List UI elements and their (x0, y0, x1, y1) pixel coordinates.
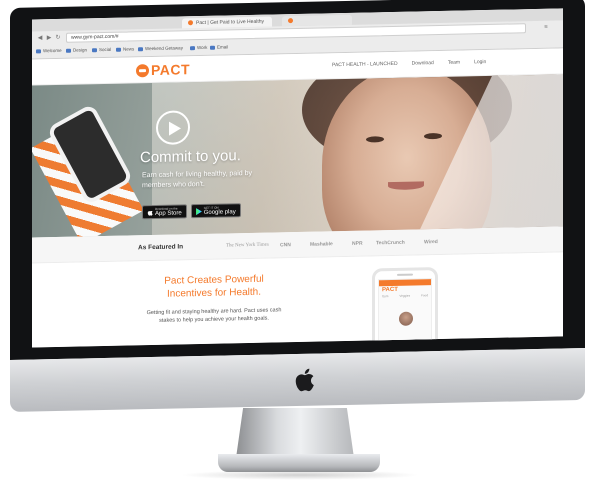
app-store-label: App Store (155, 209, 182, 217)
press-logo-techcrunch: TechCrunch (376, 239, 405, 247)
featured-label: As Featured In (138, 243, 184, 252)
press-logo-cnn: CNN (280, 242, 291, 249)
avatar (399, 311, 413, 326)
app-screen: PACT Gym Veggies Food (378, 278, 432, 348)
app-tab-gym: Gym (382, 294, 389, 299)
press-logo-nyt: The New York Times (226, 242, 269, 249)
app-tab-food: Food (421, 293, 428, 298)
reload-icon[interactable]: ↻ (54, 34, 62, 42)
content-title: Pact Creates Powerful Incentives for Hea… (164, 273, 264, 300)
forward-icon[interactable]: ▶ (45, 34, 53, 42)
imac-mockup: Pact | Get Paid to Live Healthy ◀ ▶ ↻ ww… (0, 0, 589, 482)
tab-title: Pact | Get Paid to Live Healthy (196, 18, 265, 27)
imac-stand-base (218, 454, 380, 472)
apple-icon (147, 210, 153, 216)
app-tab-veggies: Veggies (399, 293, 411, 298)
play-icon (169, 121, 181, 136)
nav-item-launched[interactable]: PACT HEALTH - LAUNCHED (332, 61, 398, 68)
pact-favicon-icon (288, 18, 293, 24)
content-section: Pact Creates Powerful Incentives for Hea… (32, 252, 563, 348)
bookmark-item[interactable]: Work (190, 45, 207, 50)
back-icon[interactable]: ◀ (36, 34, 44, 42)
pact-logo-icon (136, 63, 149, 77)
app-phone-preview: PACT Gym Veggies Food (372, 267, 438, 348)
hero-section: Commit to you. Earn cash for living heal… (32, 74, 563, 238)
nav-item-download[interactable]: Download (412, 60, 434, 66)
apple-logo-icon (295, 368, 314, 392)
pact-favicon-icon (188, 20, 193, 26)
bookmark-item[interactable]: Design (66, 47, 87, 52)
press-logo-wired: Wired (424, 239, 438, 246)
press-logo-npr: NPR (352, 240, 363, 247)
bookmark-item[interactable]: News (116, 46, 134, 51)
imac-stand (236, 408, 354, 458)
app-tabs: Gym Veggies Food (379, 293, 431, 298)
nav-item-team[interactable]: Team (448, 60, 460, 66)
phone-speaker (397, 273, 413, 276)
imac-body: Pact | Get Paid to Live Healthy ◀ ▶ ↻ ww… (10, 0, 585, 412)
hero-title: Commit to you. (140, 147, 241, 167)
menu-icon[interactable]: ≡ (542, 24, 550, 32)
store-buttons: Download on the App Store GET IT ON Goog… (142, 203, 241, 220)
bookmark-item[interactable]: Email (210, 44, 228, 49)
bookmark-item[interactable]: Weekend Getaway (138, 45, 183, 51)
hero-subtitle: Earn cash for living healthy, paid by me… (142, 169, 252, 190)
logo-text: PACT (151, 61, 191, 79)
bookmark-item[interactable]: Welcome (36, 48, 62, 54)
nav-item-login[interactable]: Login (474, 59, 486, 65)
google-play-label: Google play (203, 208, 236, 216)
content-body: Getting fit and staying healthy are hard… (146, 307, 282, 324)
imac-screen: Pact | Get Paid to Live Healthy ◀ ▶ ↻ ww… (32, 8, 563, 348)
bookmark-item[interactable]: Social (92, 47, 111, 52)
imac-chin (10, 347, 585, 412)
top-nav: PACT HEALTH - LAUNCHED Download Team Log… (332, 59, 486, 68)
app-store-button[interactable]: Download on the App Store (142, 204, 187, 220)
google-play-button[interactable]: GET IT ON Google play (190, 203, 241, 219)
press-logo-mashable: Mashable (310, 241, 333, 248)
google-play-icon (195, 207, 202, 215)
pact-logo[interactable]: PACT (136, 61, 190, 78)
